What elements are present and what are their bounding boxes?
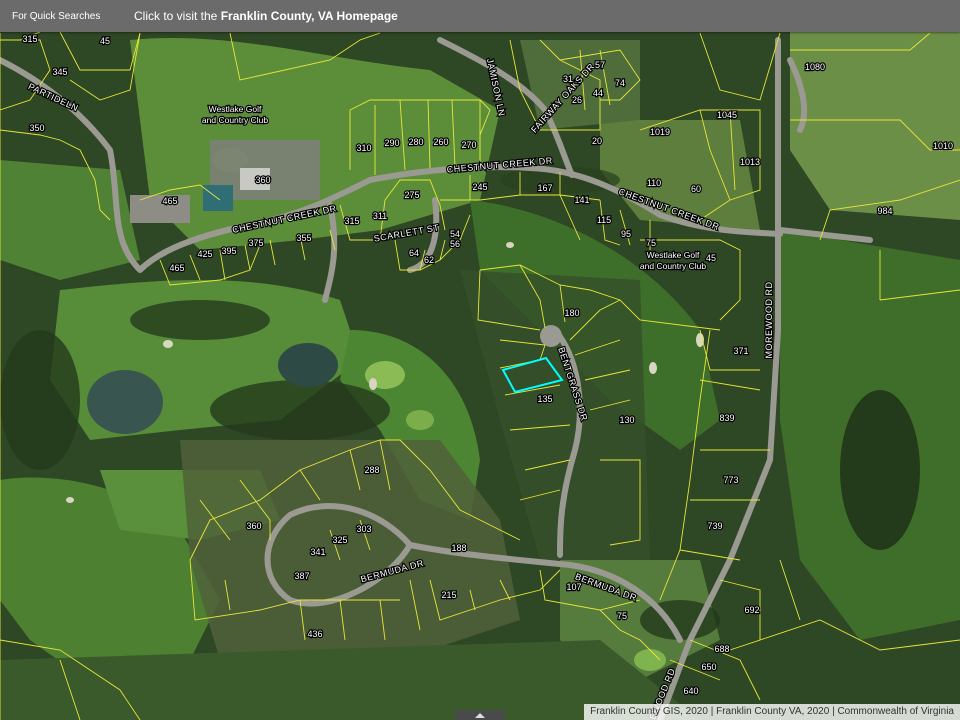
expand-panel-handle[interactable] [455, 710, 505, 720]
parcel-label: 180 [564, 308, 579, 318]
parcel-label: 56 [450, 239, 460, 249]
map-attribution: Franklin County GIS, 2020 | Franklin Cou… [584, 704, 960, 720]
parcel-label: 692 [744, 605, 759, 615]
parcel-label: 360 [255, 175, 270, 185]
parcel-label: 1080 [805, 62, 825, 72]
parcel-label: 260 [433, 137, 448, 147]
header-bar: For Quick Searches Click to visit the Fr… [0, 0, 960, 32]
parcel-label: 984 [877, 206, 892, 216]
parcel-label: 387 [294, 571, 309, 581]
quick-searches-button[interactable]: For Quick Searches [0, 11, 130, 22]
parcel-label: 62 [424, 255, 434, 265]
parcel-label: 640 [683, 686, 698, 696]
parcel-label: 650 [701, 662, 716, 672]
parcel-label: 167 [537, 183, 552, 193]
parcel-label: 275 [404, 190, 419, 200]
parcel-label: 425 [197, 249, 212, 259]
parcel-label: 350 [29, 123, 44, 133]
parcel-label: 839 [719, 413, 734, 423]
homepage-link[interactable]: Click to visit the Franklin County, VA H… [134, 9, 398, 23]
parcel-label: 45 [100, 36, 110, 46]
parcel-label: 360 [246, 521, 261, 531]
parcel-label: 60 [691, 184, 701, 194]
parcel-label: 345 [52, 67, 67, 77]
parcel-label: 288 [364, 465, 379, 475]
parcel-label: 245 [472, 182, 487, 192]
parcel-label: 20 [592, 136, 602, 146]
parcel-label: 311 [373, 211, 387, 221]
parcel-label: 141 [574, 195, 589, 205]
westlake-club-label-2-line2: and Country Club [640, 261, 706, 271]
parcel-label: 315 [22, 34, 37, 44]
parcel-label: 270 [461, 140, 476, 150]
parcel-label: 95 [621, 229, 631, 239]
parcel-label: 303 [356, 524, 371, 534]
parcel-label: 355 [296, 233, 311, 243]
parcel-label: 688 [714, 644, 729, 654]
parcel-label: 45 [706, 253, 716, 263]
parcel-label: 75 [646, 238, 656, 248]
westlake-club-label-2-line1: Westlake Golf [647, 250, 700, 260]
parcel-label: 310 [356, 143, 371, 153]
parcel-label: 57 [595, 60, 605, 70]
parcel-label: 739 [707, 521, 722, 531]
parcel-label: 375 [248, 238, 263, 248]
road-label-morewood-1: MOREWOOD RD [764, 282, 774, 359]
homepage-link-text[interactable]: Franklin County, VA Homepage [221, 9, 398, 23]
parcel-label: 54 [450, 229, 460, 239]
parcel-label: 110 [647, 178, 661, 188]
parcel-label: 188 [451, 543, 466, 553]
parcel-label: 75 [617, 611, 627, 621]
homepage-prefix: Click to visit the [134, 9, 221, 23]
parcel-label: 130 [619, 415, 634, 425]
parcel-label: 107 [566, 582, 581, 592]
parcel-label: 31 [563, 74, 573, 84]
parcel-label: 436 [307, 629, 322, 639]
parcel-label: 135 [537, 394, 552, 404]
parcel-label: 371 [733, 346, 748, 356]
parcel-label: 341 [310, 547, 325, 557]
westlake-club-label-1-line1: Westlake Golf [209, 104, 262, 114]
westlake-club-label-1-line2: and Country Club [202, 115, 268, 125]
parcel-label: 1019 [650, 127, 670, 137]
parcel-label: 773 [723, 475, 738, 485]
parcel-label: 44 [593, 88, 603, 98]
parcel-label: 325 [332, 535, 347, 545]
parcel-label: 290 [384, 138, 399, 148]
parcel-label: 26 [572, 95, 582, 105]
parcel-label: 215 [441, 590, 456, 600]
parcel-label: 1045 [717, 110, 737, 120]
parcel-label: 395 [221, 246, 236, 256]
map-canvas[interactable]: Westlake Golf and Country Club Westlake … [0, 0, 960, 720]
parcel-label: 465 [162, 196, 177, 206]
cul-de-sac [540, 325, 562, 347]
parcel-label: 1013 [740, 157, 760, 167]
parcel-label: 1010 [933, 141, 953, 151]
parcel-label: 115 [597, 215, 611, 225]
parcel-label: 465 [169, 263, 184, 273]
parcel-label: 64 [409, 248, 419, 258]
parcel-label: 74 [615, 78, 625, 88]
parcel-label: 280 [408, 137, 423, 147]
parcel-label: 315 [344, 216, 359, 226]
